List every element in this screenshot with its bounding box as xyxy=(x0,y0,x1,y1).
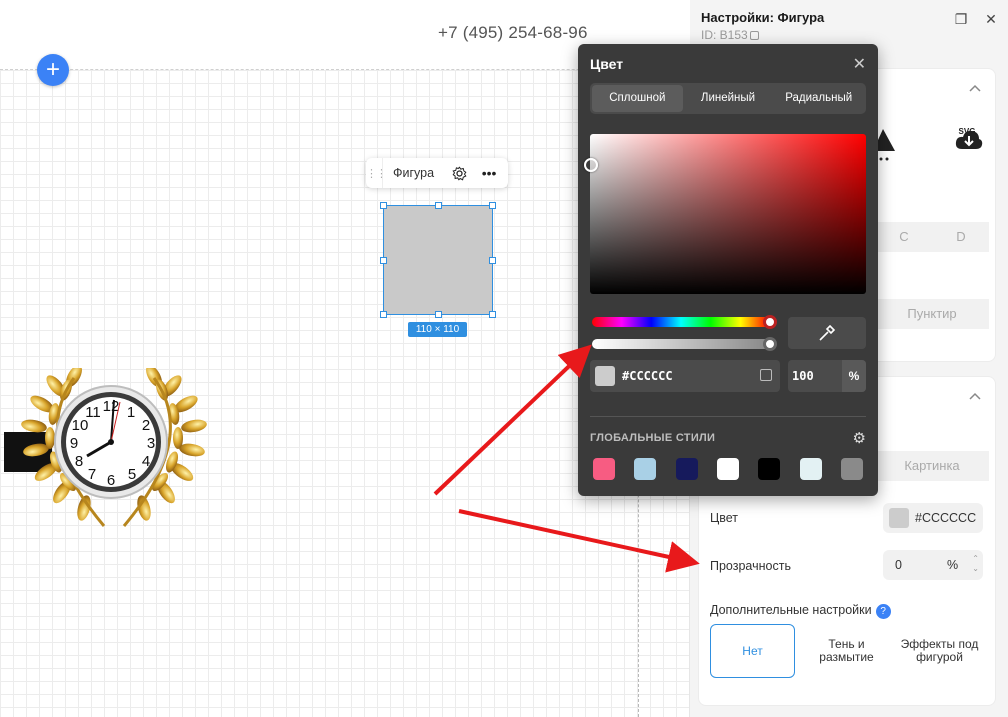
close-icon[interactable]: ✕ xyxy=(982,10,1000,28)
resize-handle[interactable] xyxy=(435,202,442,209)
popup-title: Цвет xyxy=(590,56,624,72)
dash-option[interactable]: Пунктир xyxy=(875,299,989,329)
option-shadow[interactable]: Тень и размытие xyxy=(804,624,889,678)
tab-linear[interactable]: Линейный xyxy=(683,85,774,112)
alpha-knob[interactable] xyxy=(763,337,777,351)
svg-text:2: 2 xyxy=(142,417,150,434)
option-none[interactable]: Нет xyxy=(710,624,795,678)
color-label: Цвет xyxy=(710,511,739,525)
hue-knob[interactable] xyxy=(763,315,777,329)
hex-field[interactable]: #CCCCCC xyxy=(590,360,780,392)
stepper-icon[interactable]: ⌃ ⌄ xyxy=(972,554,979,574)
eyedropper-button[interactable] xyxy=(788,317,866,349)
svg-text:4: 4 xyxy=(142,453,150,470)
seg-c[interactable]: C xyxy=(875,222,933,252)
svg-text:5: 5 xyxy=(128,466,136,483)
tab-solid[interactable]: Сплошной xyxy=(592,85,683,112)
settings-icon[interactable] xyxy=(444,158,474,188)
seg-d[interactable]: D xyxy=(933,222,989,252)
divider xyxy=(590,416,866,417)
more-icon[interactable]: ••• xyxy=(474,158,504,188)
shape-toolbar: ⋮⋮ Фигура ••• xyxy=(366,158,508,188)
global-swatch[interactable] xyxy=(716,458,739,480)
svg-text:8: 8 xyxy=(75,453,83,470)
svg-text:11: 11 xyxy=(85,404,101,421)
resize-handle[interactable] xyxy=(380,257,387,264)
svg-text:12: 12 xyxy=(103,398,120,415)
transparency-label: Прозрачность xyxy=(710,559,791,573)
resize-handle[interactable] xyxy=(380,202,387,209)
svg-text:6: 6 xyxy=(107,472,115,489)
color-picker-popup: Цвет ✕ Сплошной Линейный Радиальный #CCC… xyxy=(578,44,878,496)
global-swatch[interactable] xyxy=(593,458,615,480)
resize-handle[interactable] xyxy=(489,202,496,209)
duplicate-icon[interactable]: ❐ xyxy=(952,10,970,28)
transparency-field[interactable]: 0 % ⌃ ⌄ xyxy=(883,550,983,580)
alpha-slider[interactable] xyxy=(592,337,777,351)
svg-text:9: 9 xyxy=(70,435,78,452)
resize-handle[interactable] xyxy=(380,311,387,318)
clock-laurel-image[interactable]: 12 1 2 3 4 5 6 7 8 9 10 11 xyxy=(4,365,214,533)
saturation-value-picker[interactable] xyxy=(584,134,866,294)
resize-handle[interactable] xyxy=(489,311,496,318)
color-hex: #CCCCCC xyxy=(915,511,977,525)
picture-tab[interactable]: Картинка xyxy=(875,451,989,481)
eyedropper-icon xyxy=(819,324,836,341)
chevron-up-icon[interactable] xyxy=(969,83,981,95)
global-swatch[interactable] xyxy=(799,458,822,480)
advanced-label: Дополнительные настройки xyxy=(710,603,872,617)
sv-thumb[interactable] xyxy=(584,158,598,172)
chevron-up-icon[interactable] xyxy=(969,391,981,403)
transparency-unit: % xyxy=(947,558,959,572)
opacity-field[interactable]: 100 % xyxy=(788,360,866,392)
tab-radial[interactable]: Радиальный xyxy=(773,85,864,112)
fill-type-tabs: Сплошной Линейный Радиальный xyxy=(590,83,866,114)
shape-type-label[interactable]: Фигура xyxy=(382,158,444,188)
color-field[interactable]: #CCCCCC xyxy=(883,503,983,533)
option-effects[interactable]: Эффекты под фигурой xyxy=(897,624,982,678)
global-swatch[interactable] xyxy=(840,458,863,480)
hex-swatch xyxy=(595,366,615,386)
hue-slider[interactable] xyxy=(592,315,777,329)
add-block-button[interactable]: + xyxy=(37,54,69,86)
svg-text:7: 7 xyxy=(88,466,96,483)
selected-shape[interactable] xyxy=(380,202,496,318)
global-styles-label: ГЛОБАЛЬНЫЕ СТИЛИ xyxy=(590,432,716,444)
opacity-value[interactable]: 100 xyxy=(792,369,814,383)
svg-text:1: 1 xyxy=(127,404,135,421)
global-swatch[interactable] xyxy=(675,458,698,480)
opacity-unit: % xyxy=(842,360,866,392)
close-icon[interactable]: ✕ xyxy=(853,54,866,74)
global-swatch[interactable] xyxy=(634,458,657,480)
clock-icon: 12 1 2 3 4 5 6 7 8 9 10 11 xyxy=(21,365,207,527)
global-swatch[interactable] xyxy=(758,458,781,480)
copy-icon[interactable] xyxy=(749,31,759,41)
panel-title: Настройки: Фигура xyxy=(701,10,825,25)
element-id-text: ID: B153 xyxy=(701,28,748,42)
drag-handle-icon[interactable]: ⋮⋮ xyxy=(366,167,387,180)
size-tag: 110 × 110 xyxy=(408,322,467,337)
help-icon[interactable]: ? xyxy=(875,604,891,619)
copy-icon[interactable] xyxy=(760,369,772,381)
resize-handle[interactable] xyxy=(435,311,442,318)
element-id[interactable]: ID: B153 xyxy=(701,28,759,42)
phone-number[interactable]: +7 (495) 254-68-96 xyxy=(438,23,588,43)
hex-value[interactable]: #CCCCCC xyxy=(622,369,673,383)
svg-text:3: 3 xyxy=(147,435,155,452)
resize-handle[interactable] xyxy=(489,257,496,264)
gear-icon[interactable]: ⚙ xyxy=(853,429,866,447)
transparency-value[interactable]: 0 xyxy=(895,558,902,572)
color-swatch[interactable] xyxy=(889,508,909,528)
svg-label: SVG xyxy=(958,127,976,136)
advanced-settings: Дополнительные настройки? xyxy=(710,603,891,619)
